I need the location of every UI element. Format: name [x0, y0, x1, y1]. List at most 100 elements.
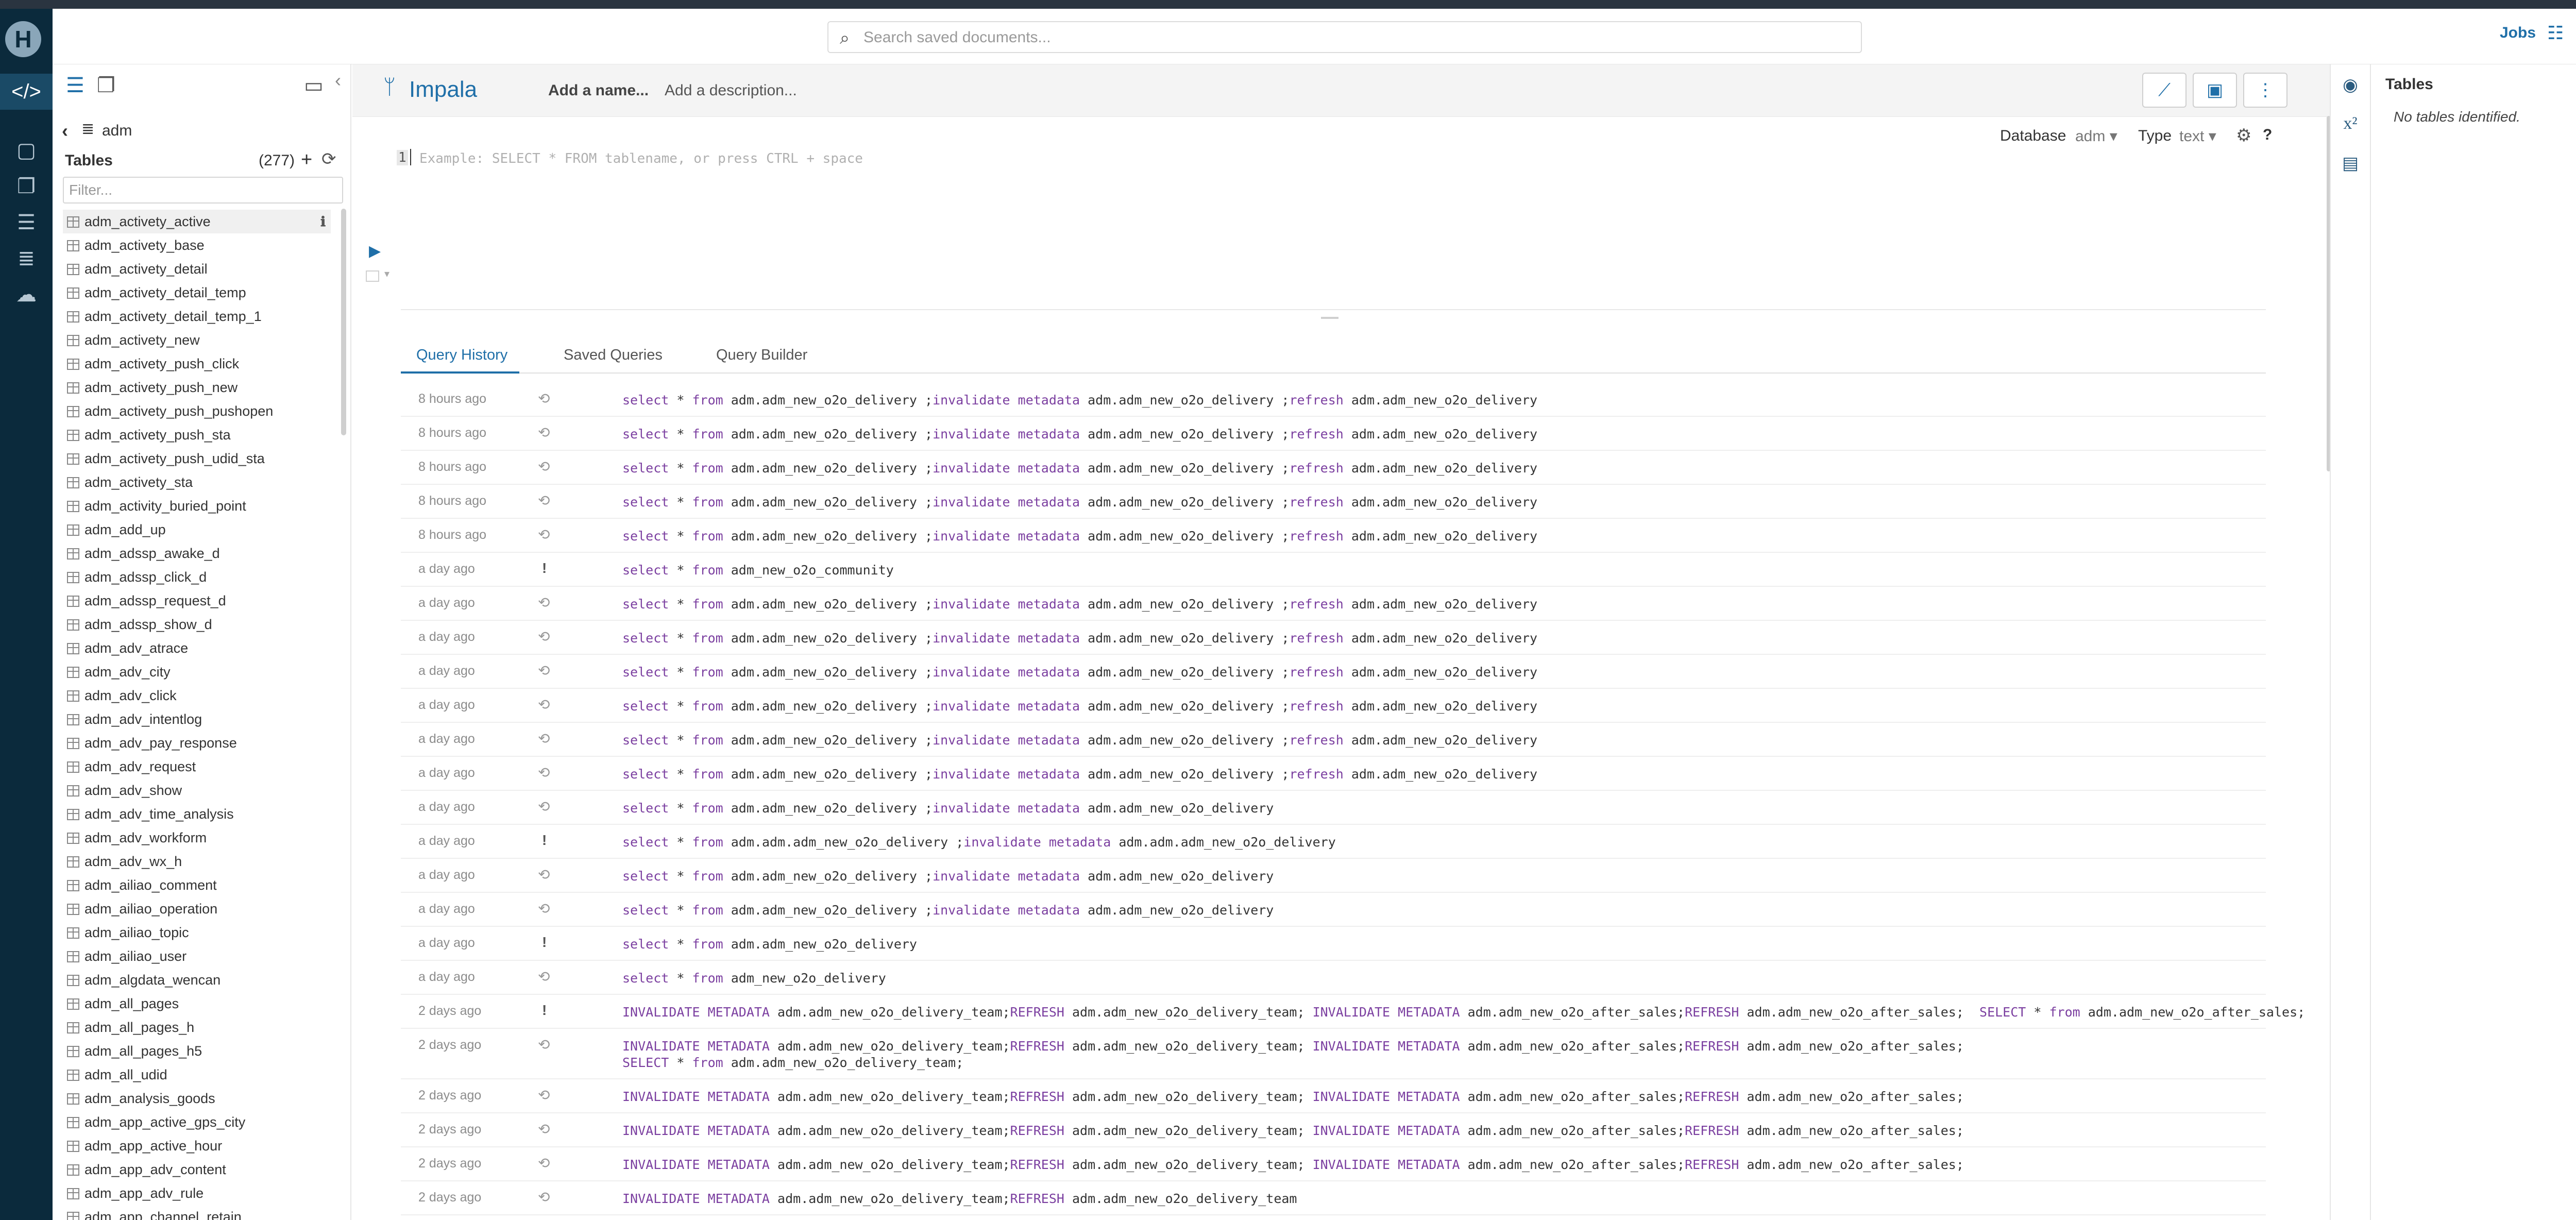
database-name[interactable]: adm: [102, 122, 132, 140]
table-list-item[interactable]: adm_adv_atrace: [63, 636, 331, 660]
resize-grip[interactable]: [1321, 317, 1338, 319]
table-list-item[interactable]: adm_activety_push_pushopen: [63, 399, 331, 423]
table-list-item[interactable]: adm_activety_active ℹ: [63, 210, 331, 233]
chevron-down-icon[interactable]: ▾: [384, 267, 389, 280]
database-select[interactable]: adm ▾: [2075, 127, 2117, 145]
tab-saved-queries[interactable]: Saved Queries: [564, 347, 663, 364]
history-row[interactable]: 8 hours ago ⟲ select * from adm.adm_new_o2…: [401, 383, 2266, 417]
save-button[interactable]: ▣: [2193, 73, 2237, 108]
more-options-button[interactable]: ⋮: [2243, 73, 2287, 108]
type-select[interactable]: text ▾: [2179, 127, 2216, 145]
table-list-item[interactable]: adm_app_adv_rule: [63, 1181, 331, 1205]
jobs-list-icon[interactable]: ☷: [2547, 22, 2564, 44]
table-list-item[interactable]: adm_adv_intentlog: [63, 707, 331, 731]
table-list-item[interactable]: adm_app_active_gps_city: [63, 1110, 331, 1134]
global-search[interactable]: ⌕: [827, 21, 1862, 53]
table-list-item[interactable]: adm_adssp_awake_d: [63, 541, 331, 565]
history-row[interactable]: 8 hours ago ⟲ select * from adm.adm_new_o2…: [401, 451, 2266, 485]
history-row[interactable]: 8 hours ago ⟲ select * from adm.adm_new_o2…: [401, 519, 2266, 553]
table-list-item[interactable]: adm_activety_push_sta: [63, 423, 331, 447]
history-row[interactable]: 2 days ago⟲INVALIDATE METADATA adm.adm_n…: [401, 1215, 2266, 1220]
collapse-panel-icon[interactable]: ‹: [335, 70, 341, 91]
table-list-item[interactable]: adm_adssp_request_d: [63, 589, 331, 613]
hue-logo-icon[interactable]: H: [5, 21, 41, 57]
table-list-item[interactable]: adm_ailiao_topic: [63, 921, 331, 944]
table-list-item[interactable]: adm_add_up: [63, 518, 331, 541]
table-list-item[interactable]: adm_activety_base: [63, 233, 331, 257]
history-row[interactable]: a day ago! select * from adm.adm_new_o2o_…: [401, 927, 2266, 961]
info-icon[interactable]: ℹ: [320, 210, 326, 233]
history-row[interactable]: a day ago ⟲ select * from adm.adm_new_o2o_…: [401, 893, 2266, 927]
functions-icon[interactable]: x²: [2331, 114, 2370, 133]
jobs-link[interactable]: Jobs: [2500, 24, 2536, 42]
table-list-item[interactable]: adm_activety_detail_temp_1: [63, 304, 331, 328]
table-list-item[interactable]: adm_activety_new: [63, 328, 331, 352]
table-list-item[interactable]: adm_app_active_hour: [63, 1134, 331, 1158]
briefcase-icon[interactable]: ▢: [0, 132, 53, 168]
refresh-icon[interactable]: ⟳: [321, 149, 336, 170]
history-row[interactable]: 2 days ago! INVALIDATE METADATA adm.adm_n…: [401, 995, 2305, 1029]
documents-icon[interactable]: ❐: [97, 74, 115, 97]
search-input[interactable]: [863, 26, 1842, 49]
table-list-item[interactable]: adm_app_adv_content: [63, 1158, 331, 1181]
database-icon[interactable]: ☰: [0, 205, 53, 241]
table-list-item[interactable]: adm_activety_push_new: [63, 376, 331, 399]
history-row[interactable]: a day ago ⟲ select * from adm.adm_new_o2o_…: [401, 621, 2266, 655]
table-list-item[interactable]: adm_all_pages_h5: [63, 1039, 331, 1063]
history-row[interactable]: a day ago ⟲ select * from adm.adm_new_o2o_…: [401, 859, 2266, 893]
history-row[interactable]: a day ago ⟲ select * from adm.adm_new_o2o_…: [401, 655, 2266, 689]
history-row[interactable]: a day ago ⟲ select * from adm.adm_new_o2o_…: [401, 689, 2266, 723]
table-list-item[interactable]: adm_all_pages_h: [63, 1015, 331, 1039]
history-row[interactable]: 2 days ago⟲INVALIDATE METADATA adm.adm_n…: [401, 1113, 2266, 1147]
table-list-item[interactable]: adm_all_pages: [63, 992, 331, 1015]
table-list-item[interactable]: adm_activety_sta: [63, 470, 331, 494]
assist-scrollbar[interactable]: [341, 209, 346, 435]
history-row[interactable]: a day ago ⟲ select * from adm.adm_new_o2o_…: [401, 757, 2266, 791]
history-row[interactable]: 2 days ago⟲INVALIDATE METADATA adm.adm_n…: [401, 1079, 2266, 1113]
book-icon[interactable]: ▤: [2331, 153, 2370, 174]
table-list-item[interactable]: adm_algdata_wencan: [63, 968, 331, 992]
table-list-item[interactable]: adm_adv_wx_h: [63, 850, 331, 873]
tab-query-history[interactable]: Query History: [416, 347, 507, 364]
add-description-field[interactable]: Add a description...: [665, 82, 797, 99]
table-list-item[interactable]: adm_adv_pay_response: [63, 731, 331, 755]
assistant-compass-icon[interactable]: ◉: [2331, 75, 2370, 95]
tab-query-builder[interactable]: Query Builder: [716, 347, 807, 364]
editor-placeholder[interactable]: Example: SELECT * FROM tablename, or pre…: [419, 151, 863, 166]
history-row[interactable]: 2 days ago⟲INVALIDATE METADATA adm.adm_n…: [401, 1181, 2266, 1215]
history-row[interactable]: a day ago! select * from adm_new_o2o_comm…: [401, 553, 2266, 587]
table-list-item[interactable]: adm_activety_push_udid_sta: [63, 447, 331, 470]
history-row[interactable]: a day ago! select * from adm.adm.adm_new_…: [401, 825, 2266, 859]
history-row[interactable]: a day ago ⟲ select * from adm.adm_new_o2o_…: [401, 723, 2266, 757]
table-list-item[interactable]: adm_ailiao_comment: [63, 873, 331, 897]
settings-gear-icon[interactable]: ⚙: [2236, 125, 2251, 146]
query-checkbox[interactable]: [366, 270, 379, 282]
table-list-item[interactable]: adm_adv_time_analysis: [63, 802, 331, 826]
history-row[interactable]: a day ago ⟲ select * from adm.adm_new_o2o_…: [401, 587, 2266, 621]
table-filter-input[interactable]: [63, 177, 343, 204]
table-list-item[interactable]: adm_adv_click: [63, 684, 331, 707]
table-list-item[interactable]: adm_adssp_click_d: [63, 565, 331, 589]
files-icon[interactable]: ❐: [0, 168, 53, 205]
history-row[interactable]: 8 hours ago ⟲ select * from adm.adm_new_o2…: [401, 485, 2266, 519]
table-list-item[interactable]: adm_activety_push_click: [63, 352, 331, 376]
table-list-item[interactable]: adm_ailiao_operation: [63, 897, 331, 921]
table-list-item[interactable]: adm_adv_workform: [63, 826, 331, 850]
sql-database-icon[interactable]: ☰: [66, 74, 84, 97]
history-row[interactable]: 2 days ago⟲INVALIDATE METADATA adm.adm_n…: [401, 1029, 2266, 1079]
history-row[interactable]: 8 hours ago ⟲ select * from adm.adm_new_o2…: [401, 417, 2266, 451]
table-list-item[interactable]: adm_ailiao_user: [63, 944, 331, 968]
table-list-item[interactable]: adm_activety_detail_temp: [63, 281, 331, 304]
table-list-item[interactable]: adm_adv_city: [63, 660, 331, 684]
history-row[interactable]: 2 days ago⟲INVALIDATE METADATA adm.adm_n…: [401, 1147, 2266, 1181]
table-list-item[interactable]: adm_adv_show: [63, 778, 331, 802]
add-table-icon[interactable]: +: [301, 149, 312, 171]
table-list-item[interactable]: adm_adv_request: [63, 755, 331, 778]
editor-code-icon[interactable]: </>: [0, 74, 53, 110]
history-row[interactable]: a day ago ⟲ select * from adm_new_o2o_deli…: [401, 961, 2266, 995]
folder-icon[interactable]: ▭: [304, 74, 324, 97]
help-icon[interactable]: ?: [2263, 126, 2272, 144]
table-list-item[interactable]: adm_adssp_show_d: [63, 613, 331, 636]
servers-icon[interactable]: ≣: [0, 241, 53, 277]
back-chevron-icon[interactable]: ‹: [62, 120, 68, 142]
